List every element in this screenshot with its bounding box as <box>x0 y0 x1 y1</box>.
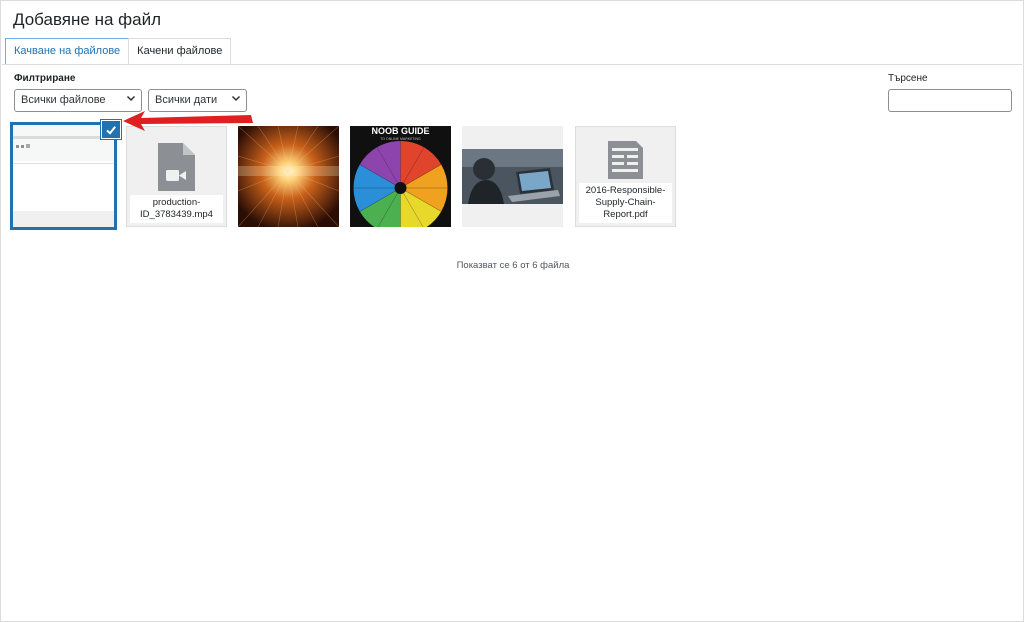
attachment-infographic[interactable]: NOOB GUIDE TO ONLINE MARKETING <box>350 126 451 227</box>
selected-check-icon[interactable] <box>101 120 121 139</box>
tab-upload-files[interactable]: Качване на файлове <box>5 38 130 65</box>
chevron-down-icon <box>231 90 241 111</box>
attachments-count-status: Показват се 6 от 6 файла <box>456 260 570 271</box>
annotation-arrow-icon <box>123 111 253 131</box>
tab-media-library[interactable]: Качени файлове <box>128 38 232 65</box>
chevron-down-icon <box>126 90 136 111</box>
media-type-value: Всички файлове <box>21 94 106 106</box>
attachment-filename: 2016-Responsible-Supply-Chain-Report.pdf <box>579 183 672 223</box>
infographic-title: NOOB GUIDE <box>371 126 429 136</box>
attachment-photo[interactable] <box>462 126 563 227</box>
light-tunnel-image <box>238 126 339 227</box>
attachment-video[interactable]: production-ID_3783439.mp4 <box>126 126 227 227</box>
tab-bar: Качване на файлове Качени файлове <box>5 38 232 65</box>
attachment-image[interactable] <box>238 126 339 227</box>
person-laptop-image <box>462 126 563 227</box>
search-input[interactable] <box>888 89 1012 112</box>
attachment-document[interactable]: 2016-Responsible-Supply-Chain-Report.pdf <box>575 126 676 227</box>
date-value: Всички дати <box>155 94 218 106</box>
screenshot-preview <box>13 125 114 227</box>
search-label: Търсене <box>888 73 928 84</box>
modal-title: Добавяне на файл <box>13 10 161 29</box>
media-modal: Добавяне на файл Качване на файлове Каче… <box>0 0 1024 622</box>
filter-label: Филтриране <box>14 73 76 84</box>
attachment-filename: production-ID_3783439.mp4 <box>130 195 223 223</box>
tab-divider <box>2 64 1022 65</box>
infographic-subtitle: TO ONLINE MARKETING <box>380 137 421 141</box>
color-wheel-image: NOOB GUIDE TO ONLINE MARKETING <box>350 126 451 227</box>
